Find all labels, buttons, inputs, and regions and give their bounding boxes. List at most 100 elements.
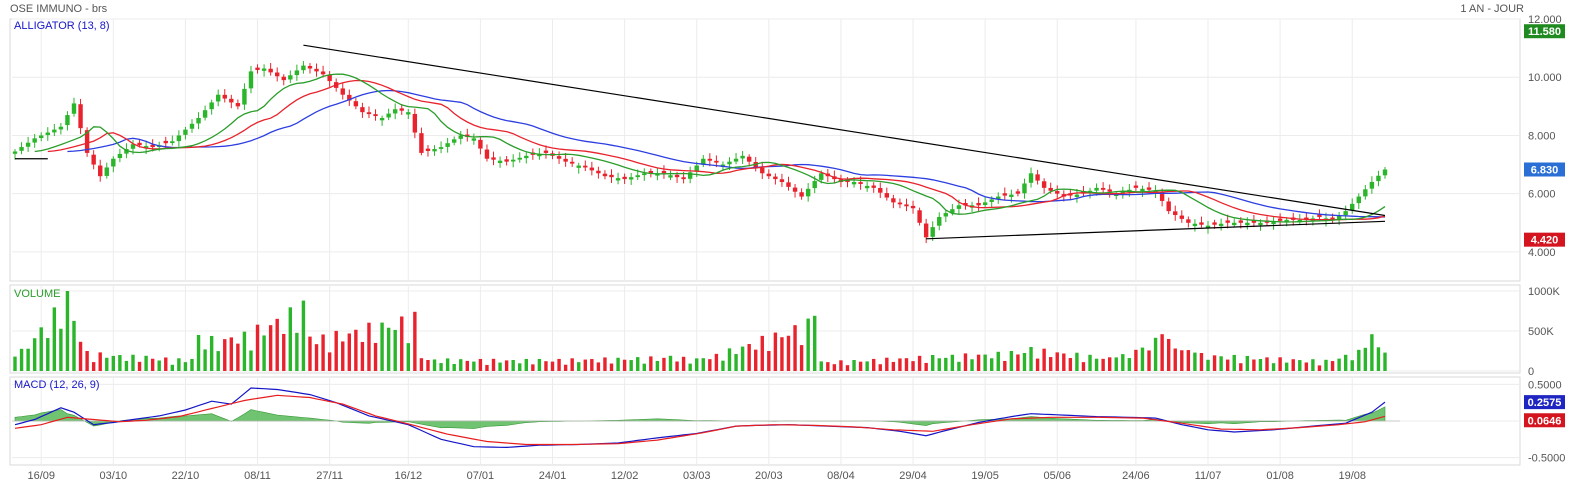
volume-bar [111, 355, 116, 371]
volume-bar [1068, 358, 1073, 371]
candle-body [1028, 173, 1034, 183]
candle-body [340, 88, 345, 95]
volume-bar [262, 335, 266, 371]
volume-bar [944, 357, 948, 371]
volume-bar [1029, 347, 1033, 371]
volume-bar [1212, 355, 1217, 371]
last-price-badge: 6.830 [1531, 165, 1559, 177]
volume-bar [465, 360, 469, 371]
volume-bar [98, 352, 102, 371]
candle-body [891, 198, 896, 203]
volume-tick-label: 0 [1528, 366, 1534, 378]
candle-body [871, 185, 876, 188]
candle-body [307, 65, 313, 69]
volume-bar [708, 359, 712, 371]
candle-body [943, 213, 949, 217]
candle-body [923, 223, 929, 238]
candle-body [858, 182, 863, 184]
volume-tick-label: 500K [1528, 326, 1554, 338]
volume-bar [26, 348, 30, 371]
candle-body [12, 151, 18, 154]
candle-body [301, 65, 306, 71]
candle-body [766, 173, 772, 177]
candle-body [294, 70, 300, 76]
volume-bar [839, 360, 843, 371]
volume-bar [308, 336, 312, 371]
volume-bar [124, 360, 129, 371]
volume-bar [295, 332, 299, 371]
volume-bar [845, 365, 850, 371]
candle-body [1055, 191, 1060, 194]
x-tick-label: 22/10 [172, 470, 200, 482]
price-tick-label: 4.000 [1528, 247, 1556, 259]
volume-bar [91, 362, 96, 371]
candle-body [563, 158, 568, 162]
candle-body [510, 159, 516, 162]
candle-body [25, 142, 31, 147]
volume-bar [1121, 354, 1125, 371]
volume-bar [1166, 338, 1171, 371]
candle-body [668, 175, 673, 178]
price-tick-label: 8.000 [1528, 130, 1556, 142]
volume-bar [1081, 362, 1086, 371]
volume-bar [249, 350, 253, 371]
volume-bar [957, 361, 961, 371]
volume-bar [681, 356, 686, 371]
volume-bar [937, 358, 941, 371]
price-tick-label: 6.000 [1528, 189, 1556, 201]
volume-bar [373, 342, 378, 371]
volume-bar [255, 324, 260, 371]
volume-bar [773, 332, 778, 371]
volume-bar [1147, 350, 1151, 371]
volume-bar [288, 307, 293, 371]
volume-bar [636, 357, 640, 371]
volume-bar [1291, 359, 1295, 371]
volume-bar [799, 345, 804, 371]
volume-bar [577, 362, 581, 371]
volume-bar [550, 361, 555, 371]
volume-bar [989, 358, 994, 371]
volume-bar [524, 358, 528, 371]
candle-body [1074, 194, 1080, 197]
candle-body [248, 71, 254, 89]
volume-bar [832, 364, 837, 371]
candle-body [32, 138, 37, 143]
volume-bar [1075, 352, 1079, 371]
volume-bar [813, 315, 817, 371]
x-tick-label: 19/05 [971, 470, 999, 482]
volume-bar [1042, 348, 1046, 371]
candle-body [406, 112, 411, 115]
volume-bar [1160, 334, 1164, 371]
period-label[interactable]: 1 AN - JOUR [1460, 3, 1524, 15]
candle-body [216, 94, 221, 102]
volume-bar [609, 363, 614, 371]
candle-body [812, 181, 817, 189]
volume-bar [327, 352, 332, 371]
candle-body [569, 161, 575, 164]
volume-bar [137, 361, 142, 371]
candle-body [1382, 169, 1388, 176]
x-tick-label: 11/07 [1195, 470, 1222, 482]
volume-bar [675, 361, 679, 371]
candle-body [878, 187, 883, 193]
x-tick-label: 03/03 [683, 470, 711, 482]
candle-body [982, 202, 988, 206]
candle-body [504, 159, 509, 162]
volume-bar [1337, 358, 1341, 371]
volume-bar [924, 362, 928, 371]
candle-body [524, 155, 529, 159]
volume-bar [452, 364, 456, 371]
volume-bar [1180, 350, 1184, 371]
volume-bar [478, 358, 483, 371]
volume-bar [223, 339, 227, 371]
volume-bar [32, 338, 37, 371]
volume-bar [78, 341, 83, 371]
candle-body [412, 113, 418, 133]
candle-body [937, 216, 942, 226]
candle-body [904, 204, 909, 207]
candle-body [642, 173, 647, 176]
candle-body [792, 187, 798, 192]
volume-bar [275, 318, 279, 371]
candle-body [1212, 222, 1217, 225]
volume-bar [177, 358, 181, 371]
